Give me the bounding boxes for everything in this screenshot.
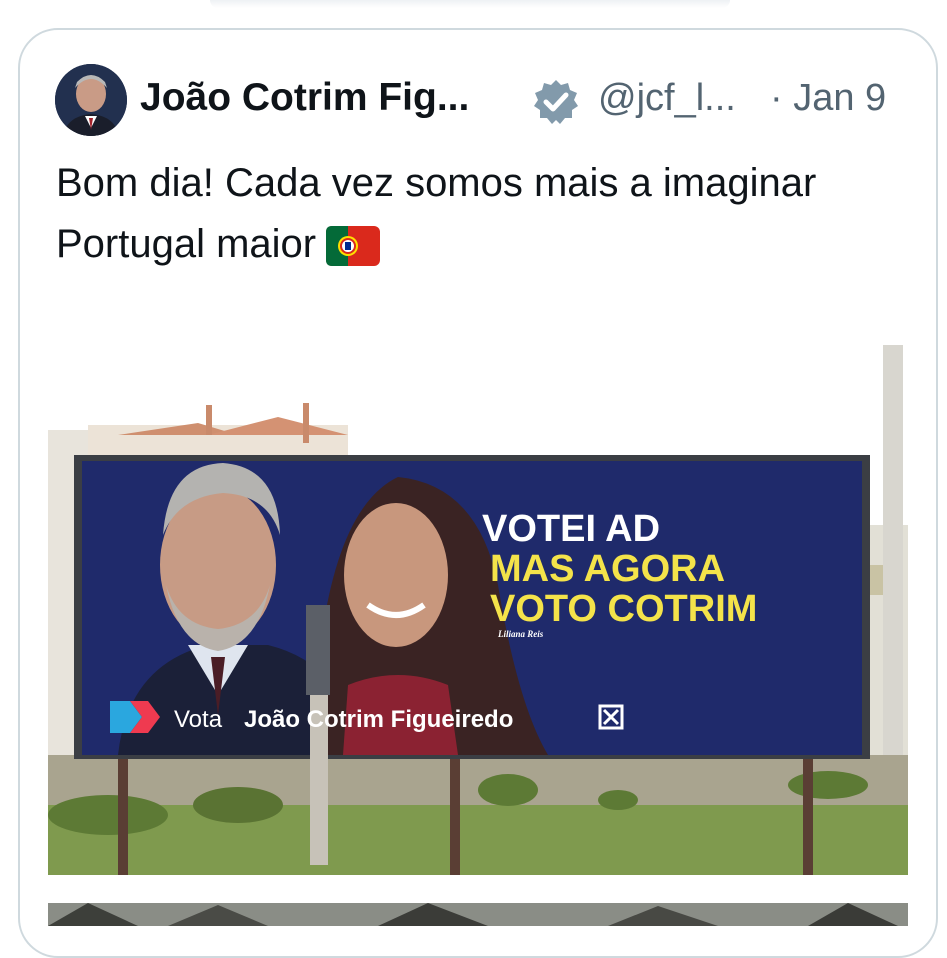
verified-badge-icon xyxy=(534,80,578,124)
billboard-signature: Liliana Reis xyxy=(497,629,544,639)
tweet-photo[interactable]: VOTEI AD MAS AGORA VOTO COTRIM Liliana R… xyxy=(48,285,908,875)
author-name[interactable]: João Cotrim Fig... xyxy=(140,76,469,120)
tweet-text-content: Bom dia! Cada vez somos mais a imaginar … xyxy=(56,161,817,266)
billboard-line-3: VOTO COTRIM xyxy=(490,588,757,630)
billboard-footer-vota: Vota xyxy=(174,706,223,733)
billboard-footer-name: João Cotrim Figueiredo xyxy=(244,706,513,733)
billboard-line-2: MAS AGORA xyxy=(490,548,725,590)
billboard-line-1: VOTEI AD xyxy=(482,508,660,550)
tweet-text: Bom dia! Cada vez somos mais a imaginar … xyxy=(56,153,856,275)
previous-item-edge xyxy=(210,0,730,8)
author-avatar[interactable] xyxy=(55,64,127,136)
portugal-flag-icon xyxy=(326,226,381,267)
author-handle[interactable]: @jcf_l... xyxy=(598,77,736,120)
tweet-date[interactable]: · Jan 9 xyxy=(770,77,886,120)
tweet-photo-second[interactable] xyxy=(48,903,908,926)
